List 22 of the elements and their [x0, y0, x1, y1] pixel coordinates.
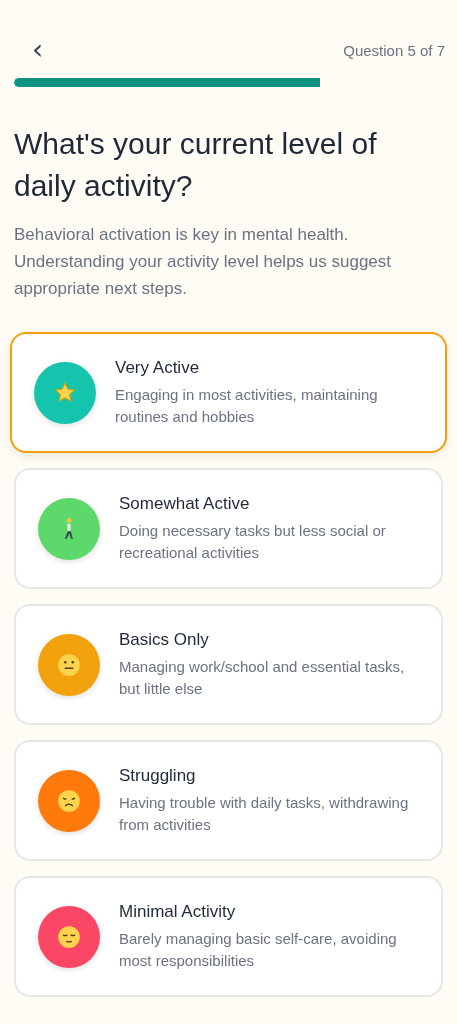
- option-title: Struggling: [119, 765, 197, 786]
- back-button[interactable]: ‹: [22, 36, 54, 64]
- option-description: Engaging in most activities, maintaining routines and hobbies: [115, 384, 379, 427]
- question-title: What's your current level of daily activity?: [14, 126, 378, 204]
- option-title: Very Active: [115, 357, 201, 378]
- frowning-face-icon: [56, 787, 82, 814]
- option-card[interactable]: Minimal Activity Barely managing basic self-care, avoiding most responsibilities: [14, 876, 443, 997]
- option-card[interactable]: Somewhat Active Doing necessary tasks but less social or recreational activities: [14, 468, 443, 589]
- option-title: Somewhat Active: [119, 493, 251, 514]
- neutral-face-icon: [56, 651, 82, 678]
- question-description: Behavioral activation is key in mental health. Understanding your activity level helps us suggest appropriate next steps.: [14, 224, 393, 300]
- option-description: Doing necessary tasks but less social or recreational activities: [119, 520, 387, 563]
- option-description: Barely managing basic self-care, avoiding most responsibilities: [119, 928, 398, 971]
- option-description: Managing work/school and essential tasks, but little else: [119, 656, 406, 699]
- pensive-face-icon: [56, 923, 82, 950]
- option-card[interactable]: Basics Only Managing work/school and essential tasks, but little else: [14, 604, 443, 725]
- option-card[interactable]: Struggling Having trouble with daily tasks, withdrawing from activities: [14, 740, 443, 861]
- question-counter: Question 5 of 7: [343, 41, 445, 59]
- option-card[interactable]: Very Active Engaging in most activities, maintaining routines and hobbies: [10, 332, 447, 453]
- option-description: Having trouble with daily tasks, withdrawing from activities: [119, 792, 410, 835]
- option-title: Minimal Activity: [119, 901, 237, 922]
- option-title: Basics Only: [119, 629, 210, 650]
